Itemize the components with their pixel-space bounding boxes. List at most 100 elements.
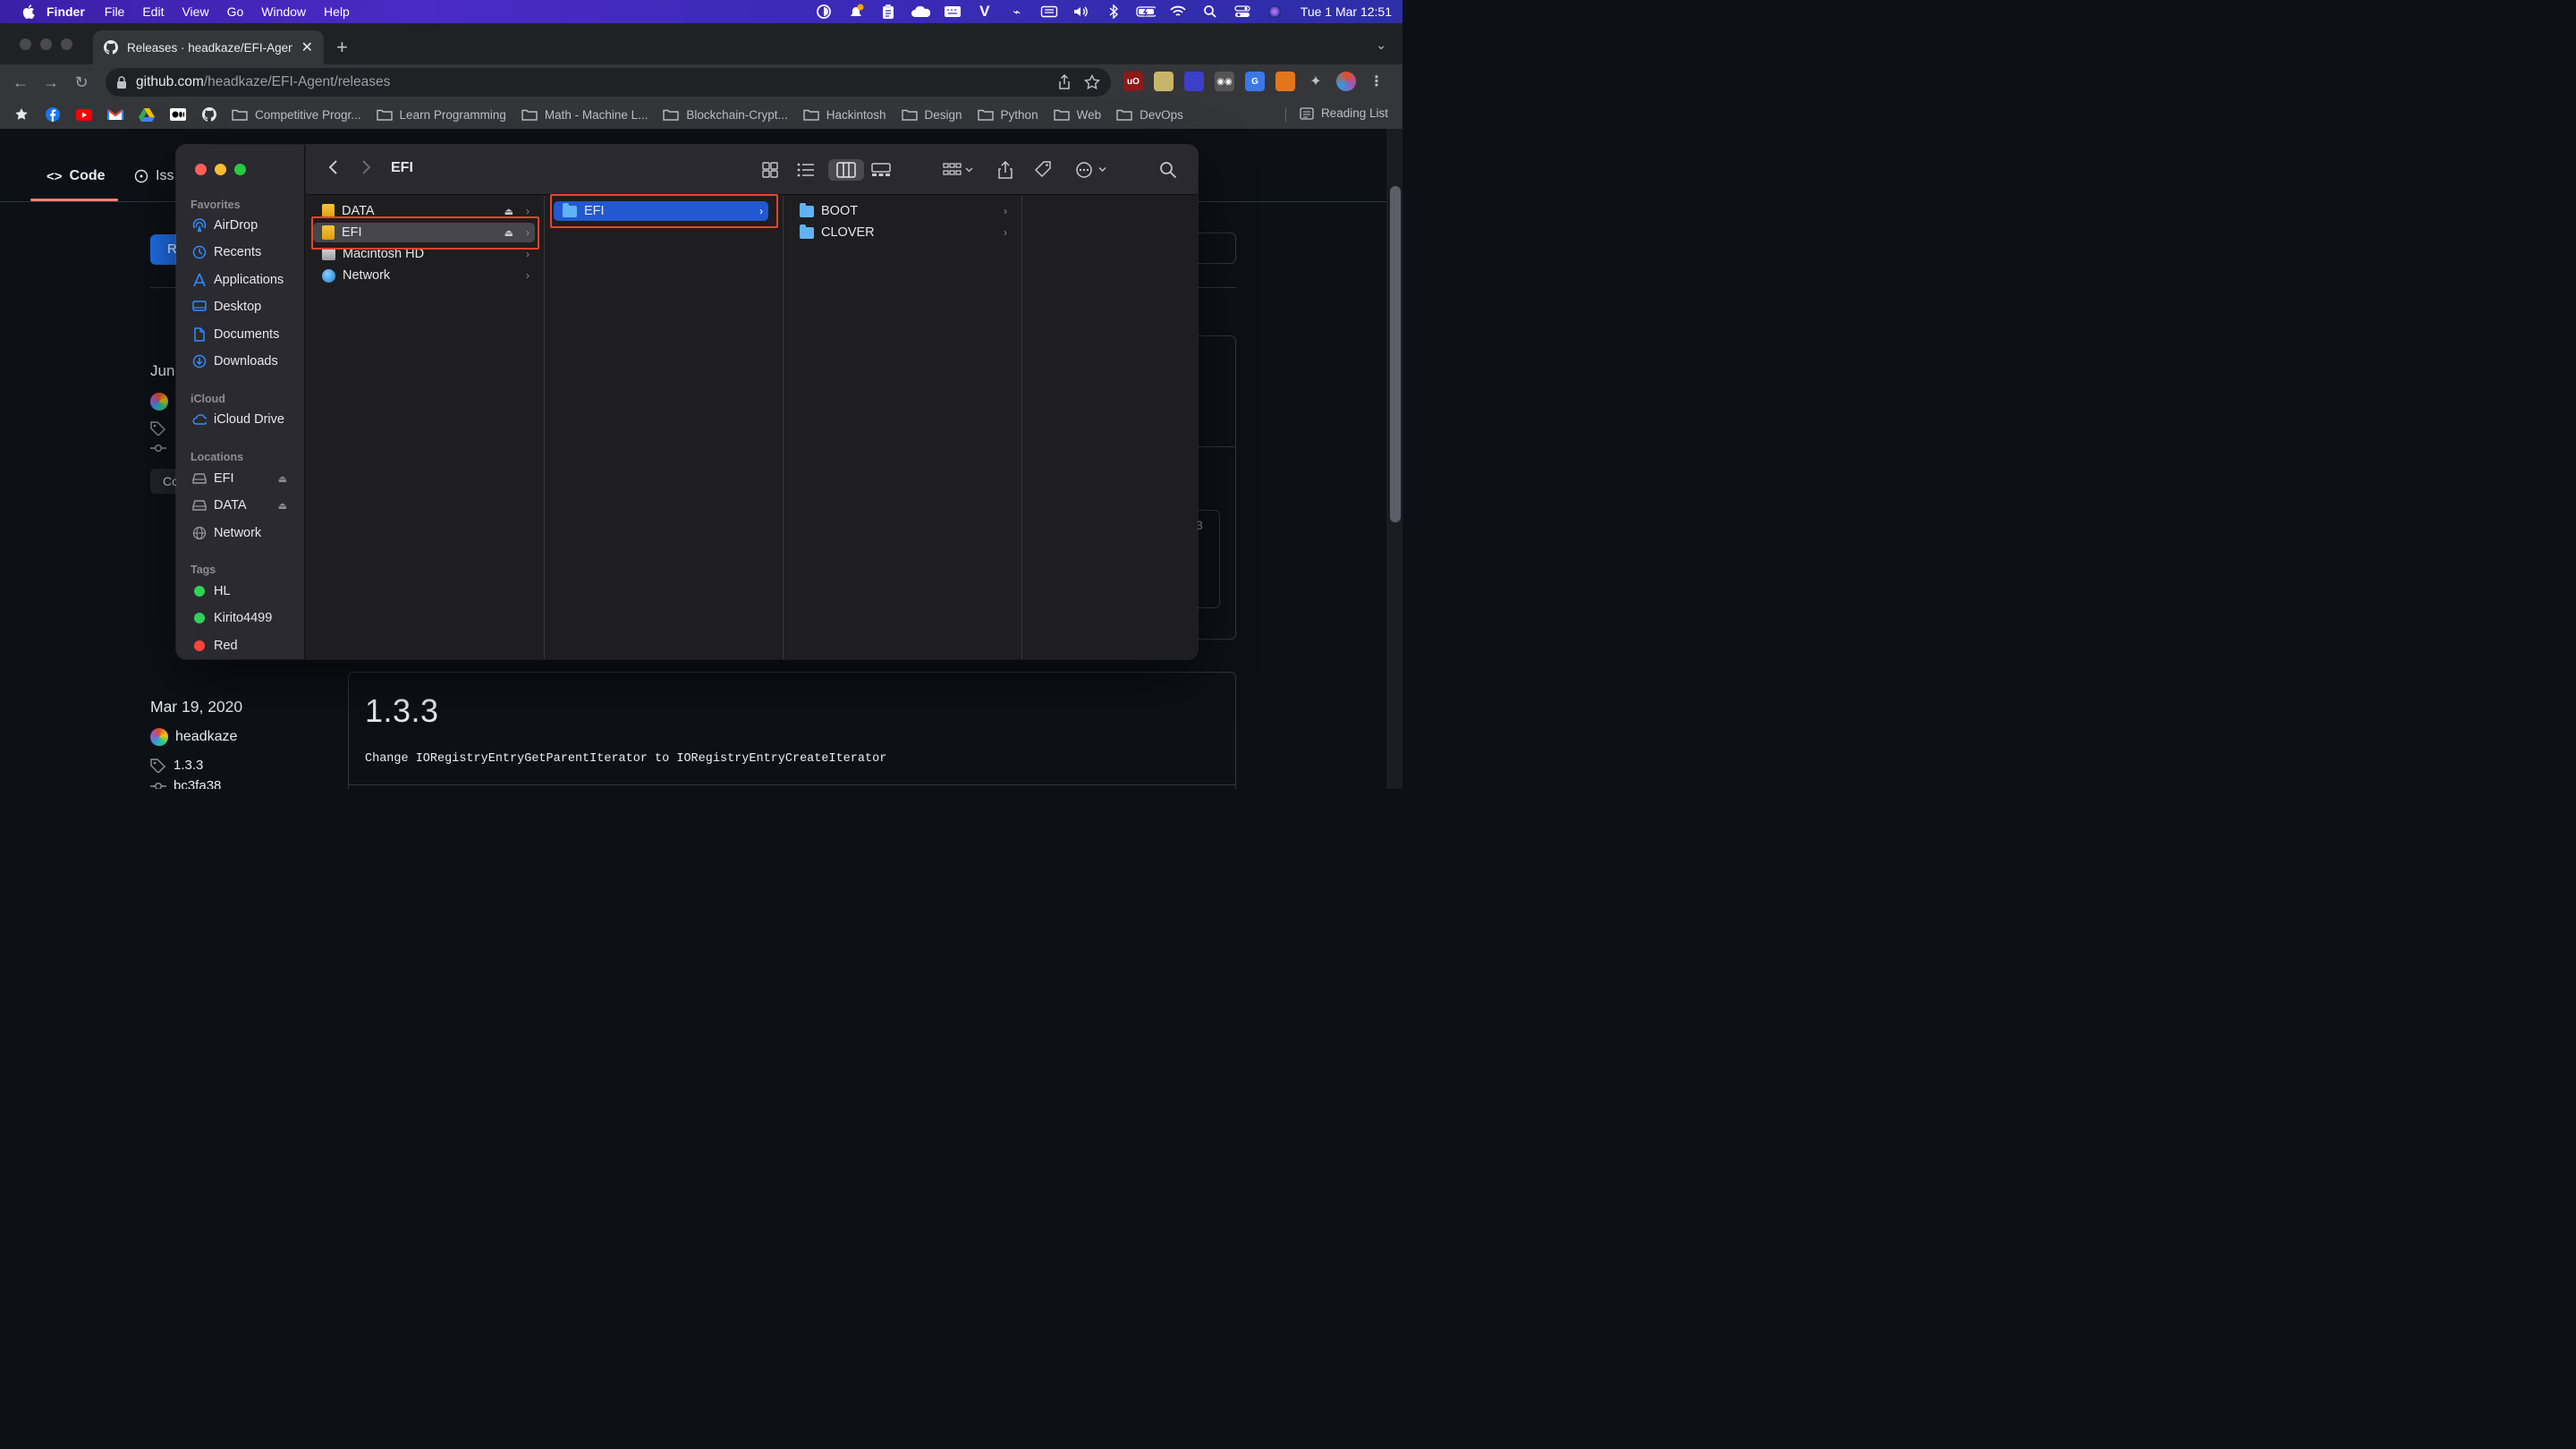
lock-icon[interactable]	[116, 76, 127, 89]
facebook-icon[interactable]	[44, 106, 62, 123]
gallery-view-icon[interactable]	[868, 159, 894, 181]
bookmark-folder[interactable]: Math - Machine L...	[521, 108, 648, 122]
sidebar-item-icloud-drive[interactable]: iCloud Drive	[192, 412, 303, 427]
back-arrow-icon[interactable]: ←	[5, 67, 36, 97]
bookmark-folder[interactable]: Hackintosh	[803, 108, 886, 122]
zoom-button[interactable]	[234, 164, 246, 175]
address-bar[interactable]: github.com/headkaze/EFI-Agent/releases	[106, 68, 1111, 97]
sidebar-item-desktop[interactable]: Desktop	[192, 300, 303, 314]
spotlight-icon[interactable]	[1200, 4, 1220, 20]
zoom-window-icon[interactable]	[61, 38, 72, 50]
bookmark-folder[interactable]: Learn Programming	[376, 108, 506, 122]
input-source-icon[interactable]	[1039, 4, 1059, 20]
release-title[interactable]: 1.3.3	[365, 692, 439, 730]
menu-go[interactable]: Go	[227, 4, 244, 19]
volume-icon[interactable]	[1072, 4, 1091, 20]
eject-icon[interactable]: ⏏	[504, 206, 513, 217]
bookmark-folder[interactable]: Design	[901, 108, 962, 122]
menu-file[interactable]: File	[105, 4, 125, 19]
release-tag[interactable]: 1.3.3	[150, 758, 203, 773]
translate-icon[interactable]: G	[1245, 72, 1265, 91]
control-center-icon[interactable]	[1233, 4, 1252, 20]
ext-blue-icon[interactable]	[1184, 72, 1204, 91]
bluetooth-icon[interactable]	[1104, 4, 1123, 20]
sidebar-item-data[interactable]: DATA ⏏	[192, 498, 303, 513]
share-icon[interactable]	[1057, 74, 1072, 90]
column-row-clover[interactable]: CLOVER ›	[791, 223, 1013, 242]
scrollbar-thumb[interactable]	[1390, 186, 1401, 522]
bookmark-folder[interactable]: Python	[977, 108, 1038, 122]
close-button[interactable]	[195, 164, 207, 175]
close-tab-icon[interactable]: ✕	[301, 38, 313, 56]
page-scrollbar[interactable]	[1386, 129, 1402, 789]
github-bookmark-icon[interactable]	[200, 106, 218, 123]
eject-icon[interactable]: ⏏	[278, 473, 287, 485]
battery-icon[interactable]	[1136, 4, 1156, 20]
forward-chevron-icon[interactable]	[361, 159, 372, 175]
close-window-icon[interactable]	[20, 38, 31, 50]
share-icon[interactable]	[995, 159, 1016, 181]
browser-tab-active[interactable]: Releases · headkaze/EFI-Agent ✕	[93, 30, 324, 64]
bookmark-folder[interactable]: DevOps	[1116, 108, 1183, 122]
sidebar-item-network[interactable]: Network	[192, 526, 303, 540]
profile-avatar[interactable]	[1336, 72, 1356, 91]
menu-bar-clock[interactable]: Tue 1 Mar 12:51	[1301, 4, 1392, 19]
tab-search-chevron-icon[interactable]: ⌄	[1376, 38, 1386, 53]
sidebar-item-downloads[interactable]: Downloads	[192, 354, 303, 369]
youtube-icon[interactable]	[75, 106, 93, 123]
v-icon[interactable]: V	[975, 3, 995, 20]
ublock-icon[interactable]: uO	[1123, 72, 1143, 91]
minimize-window-icon[interactable]	[40, 38, 52, 50]
bookmark-star-filled-icon[interactable]	[13, 106, 30, 123]
icon-view-icon[interactable]	[757, 159, 784, 181]
browser-window-controls[interactable]	[20, 38, 72, 50]
new-tab-button[interactable]: +	[336, 36, 348, 59]
keyboard-icon[interactable]	[943, 4, 962, 20]
focus-icon[interactable]	[814, 4, 834, 20]
back-chevron-icon[interactable]	[327, 159, 338, 175]
eyes-ext-icon[interactable]: ◉◉	[1215, 72, 1234, 91]
forward-arrow-icon[interactable]: →	[36, 67, 66, 97]
column-row-network[interactable]: Network ›	[313, 266, 535, 285]
sidebar-tag-kirito4499[interactable]: Kirito4499	[192, 611, 303, 625]
search-icon[interactable]	[1157, 159, 1179, 181]
column-view-icon[interactable]	[828, 159, 864, 181]
release-commit[interactable]: bc3fa38	[150, 778, 221, 789]
bookmark-folder[interactable]: Competitive Progr...	[232, 108, 361, 122]
eject-icon[interactable]: ⏏	[278, 500, 287, 512]
menu-window[interactable]: Window	[261, 4, 306, 19]
group-by-icon[interactable]	[939, 159, 979, 181]
tag-icon[interactable]	[1032, 159, 1054, 181]
browser-menu-icon[interactable]: ⋮	[1367, 72, 1386, 91]
sidebar-item-airdrop[interactable]: AirDrop	[192, 218, 303, 233]
apple-menu-icon[interactable]	[20, 4, 38, 19]
minimize-button[interactable]	[215, 164, 226, 175]
extensions-puzzle-icon[interactable]: ✦	[1306, 72, 1326, 91]
siri-icon[interactable]	[1265, 4, 1284, 20]
sidebar-item-documents[interactable]: Documents	[192, 327, 303, 342]
bookmark-folder[interactable]: Web	[1053, 108, 1101, 122]
gmail-icon[interactable]	[106, 106, 124, 123]
notification-icon[interactable]	[846, 4, 866, 20]
clipboard-icon[interactable]	[878, 4, 898, 20]
tab-code[interactable]: <> Code	[47, 168, 106, 184]
sidebar-item-efi[interactable]: EFI ⏏	[192, 471, 303, 486]
release-author[interactable]: headkaze	[150, 728, 237, 746]
sidebar-tag-red[interactable]: Red	[192, 639, 303, 653]
more-actions-icon[interactable]	[1072, 159, 1113, 181]
cloud-icon[interactable]	[911, 4, 930, 20]
list-view-icon[interactable]	[792, 159, 819, 181]
notes-ext-icon[interactable]	[1154, 72, 1174, 91]
reading-list-button[interactable]: Reading List	[1300, 106, 1388, 120]
bookmark-star-icon[interactable]	[1084, 74, 1100, 90]
tab-issues[interactable]: Iss	[134, 168, 174, 184]
bookmark-folder[interactable]: Blockchain-Crypt...	[663, 108, 788, 122]
sidebar-item-recents[interactable]: Recents	[192, 245, 303, 259]
wifi-icon[interactable]	[1168, 4, 1188, 20]
script-icon[interactable]: ⌁	[1007, 4, 1027, 20]
menu-help[interactable]: Help	[324, 4, 350, 19]
sidebar-tag-hl[interactable]: HL	[192, 584, 303, 598]
sidebar-item-applications[interactable]: Applications	[192, 273, 303, 287]
menu-view[interactable]: View	[182, 4, 208, 19]
menu-edit[interactable]: Edit	[142, 4, 164, 19]
